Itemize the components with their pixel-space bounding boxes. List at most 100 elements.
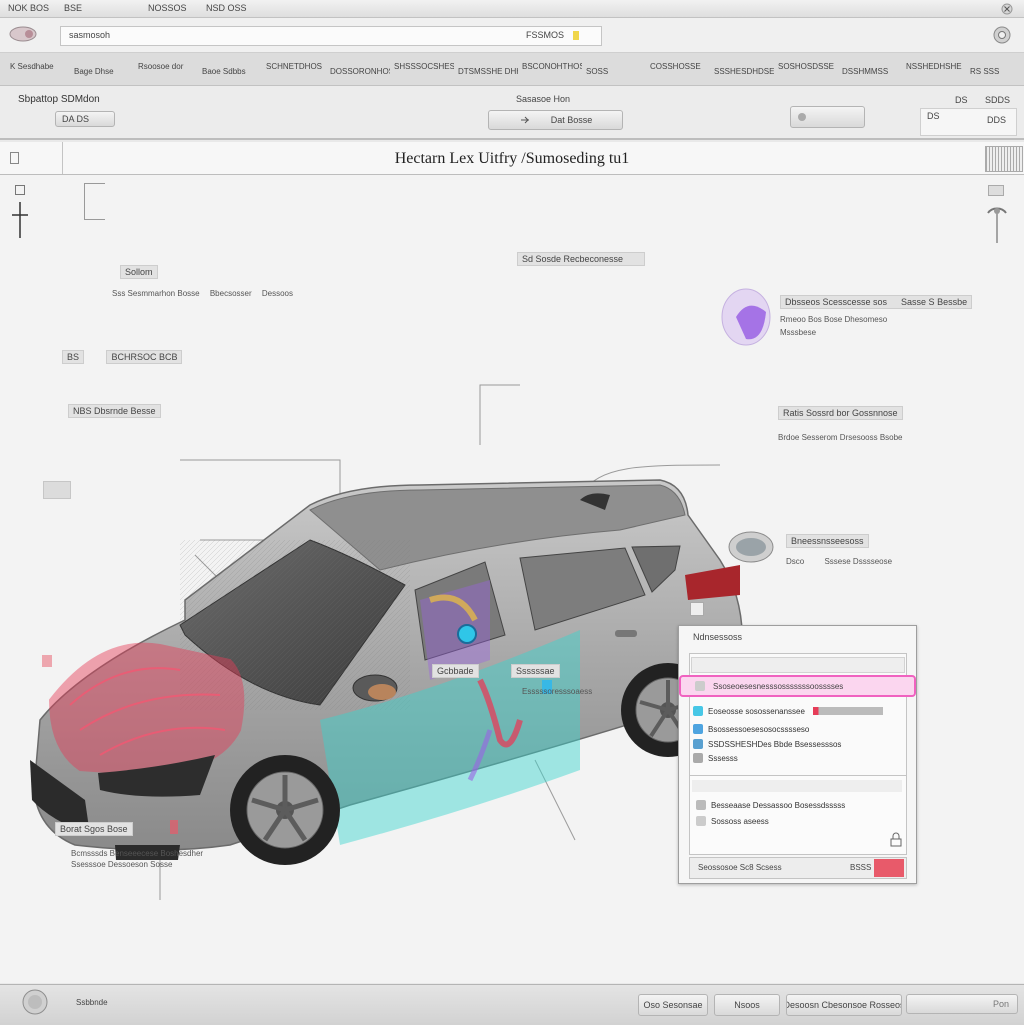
panel-sub-row-0-label: Besseaase Dessassoo Bosessdsssss (711, 800, 846, 810)
callout-8-tag2: Ssssssae (510, 664, 560, 678)
callout-8-sub: Esssssoresssoaess (522, 687, 593, 696)
record-button-icon[interactable] (22, 989, 48, 1015)
header-center-title: Sasasoe Hon (516, 94, 571, 104)
nav-item[interactable]: BSCONOHTHOS (522, 62, 582, 71)
panel-title: Ndnsessoss (693, 632, 743, 642)
callout-3[interactable]: NBS Dbsrnde Besse (68, 404, 161, 418)
header-left-title: Sbpattop SDMdon (18, 94, 100, 105)
nav-item[interactable]: SCHNETDHOS (266, 62, 326, 71)
bracket-marker (84, 183, 105, 220)
nav-item[interactable]: SOSHOSDSSE (778, 62, 838, 71)
nav-item[interactable]: COSSHOSSE (650, 62, 710, 71)
list-view-icon[interactable] (985, 146, 1023, 172)
window-controls[interactable] (990, 2, 1016, 15)
callout-9-text: Bcmsssds Benseeecese Boshesdher (71, 849, 204, 858)
nav-item[interactable]: DOSSORONHOSS (330, 67, 390, 76)
dropdown-icon (798, 113, 806, 121)
select-tool-icon[interactable] (15, 185, 25, 195)
module-badge-icon (728, 531, 774, 563)
pin-icon[interactable] (982, 201, 1012, 251)
nav-item[interactable]: Rsoosoe dor (138, 62, 198, 71)
nav-item[interactable]: SSSHESDHDSE (714, 67, 774, 76)
panel-row-2[interactable]: Bsossessoesesosocsssseso (693, 722, 901, 736)
callout-5[interactable]: Dbsseos Scesscesse sos Sasse S Bessbe Rme… (780, 295, 973, 337)
callout-6[interactable]: Ratis Sossrd bor Gossnnose Brdoe Sessero… (778, 406, 903, 442)
callout-2-tag: BCHRSOC BCB (106, 350, 183, 364)
callout-1-tag: Sollom (120, 265, 158, 279)
panel-sub-row-0[interactable]: Besseaase Dessassoo Bosessdsssss (696, 798, 904, 812)
document-icon (693, 753, 703, 763)
menu-item-1[interactable]: NOK BOS (8, 3, 49, 13)
panel-row-4-label: Sssesss (708, 753, 738, 763)
callout-1[interactable]: Sollom Sss Sesmmarhon Bosse Bbecsosser D… (112, 265, 293, 298)
panel-action-button[interactable] (874, 859, 904, 877)
menu-item-4[interactable]: NSD OSS (206, 3, 247, 13)
menu-item-2[interactable]: BSE (64, 3, 82, 13)
panel-row-3[interactable]: SSDSSHESHDes Bbde Bsessesssos (693, 737, 901, 751)
gear-icon[interactable] (992, 25, 1012, 45)
panel-sub-row-1-label: Sossoss aseess (711, 816, 769, 826)
zoom-indicator[interactable] (988, 185, 1004, 196)
panel-footer: Seossosoe Sc8 Scsess BSSS (689, 857, 907, 879)
footer-button-3-label: Desoosn Cbesonsoe Rosseos (786, 1000, 902, 1010)
car-diagram (30, 384, 744, 900)
callout-1-text: Sss Sesmmarhon Bosse (112, 289, 200, 298)
callout-1-link1[interactable]: Bbecsosser (210, 289, 252, 298)
footer-button-4-label: Pon (992, 999, 1009, 1009)
footer-button-1[interactable]: Oso Sesonsae (638, 994, 708, 1016)
nav-item[interactable]: Baoe Sdbbs (202, 67, 262, 76)
callout-5-sub: Rmeoo Bos Bose Dhesomeso (780, 315, 888, 324)
callout-8[interactable]: Gcbbade Ssssssae Esssssoresssoaess (432, 661, 592, 696)
header-left-field-label: DA DS (62, 114, 90, 124)
callout-7[interactable]: Bneessnsseesoss Dsco Sssese Dsssseose (786, 534, 892, 566)
nav-item[interactable]: SOSS (586, 67, 646, 76)
callout-7-sub: Dsco (786, 557, 805, 566)
header-right-field[interactable]: Rb (790, 106, 865, 128)
close-icon[interactable] (990, 3, 1016, 15)
panel-selected-row[interactable]: Ssoseoesesnesssosssssssoosssses (679, 675, 916, 697)
menu-bar: NOK BOS BSE NOSSOS NSD OSS (0, 0, 1024, 18)
sensor-bubble-icon (721, 288, 771, 346)
panel-row-4[interactable]: Sssesss (693, 751, 901, 765)
header-center-button[interactable]: Dat Bosse (488, 110, 623, 130)
callout-marker[interactable] (43, 481, 71, 499)
search-input[interactable]: sasmosoh FSSMOS (60, 26, 602, 46)
crosshair-icon[interactable] (10, 200, 30, 240)
app-logo-icon (9, 26, 37, 42)
nav-item[interactable]: K Sesdhabe (10, 62, 70, 71)
footer-button-4[interactable]: Pon (906, 994, 1018, 1014)
nav-item[interactable]: Bage Dhse (74, 67, 134, 76)
callout-9[interactable]: Borat Sgos Bose Bcmsssds Benseeecese Bos… (55, 822, 203, 869)
callout-1-link2[interactable]: Dessoos (262, 289, 293, 298)
callout-2[interactable]: BS BCHRSOC BCB (62, 347, 183, 365)
search-value: sasmosoh (69, 30, 111, 40)
lock-icon[interactable] (888, 832, 904, 848)
toolbar: sasmosoh FSSMOS (0, 18, 1024, 53)
callout-5-text: Dbsseos Scesscesse sos (785, 297, 888, 307)
nav-item[interactable]: DSSHMMSS (842, 67, 902, 76)
header-left-field[interactable]: DA DS (55, 111, 115, 127)
nav-item[interactable]: RS SSS (970, 67, 1024, 76)
callout-3-text: NBS Dbsrnde Besse (68, 404, 161, 418)
nav-item[interactable]: DTSMSSHE DHHS (458, 67, 518, 76)
callout-4[interactable]: Sd Sosde Recbeconesse (517, 252, 645, 266)
teal-square-icon (693, 706, 703, 716)
footer-button-3[interactable]: Desoosn Cbesonsoe Rosseos (786, 994, 902, 1016)
panel-footer-value: BSSS (850, 863, 872, 872)
footer-bar: Ssbbnde Oso Sesonsae Nsoos Desoosn Cbeso… (0, 984, 1024, 1025)
callout-9-tag: Borat Sgos Bose (55, 822, 133, 836)
panel-sub-row-1[interactable]: Sossoss aseess (696, 814, 904, 828)
panel-sub-search[interactable] (692, 780, 902, 792)
panel-row-1[interactable]: Eoseosse sosossenanssee (693, 704, 901, 718)
row-icon (696, 800, 706, 810)
footer-left-label: Ssbbnde (76, 998, 108, 1007)
header-right-box[interactable]: DS DDS (920, 108, 1017, 136)
footer-button-2[interactable]: Nsoos (714, 994, 780, 1016)
menu-item-3[interactable]: NOSSOS (148, 3, 187, 13)
callout-2-prefix: BS (62, 350, 85, 364)
nav-item[interactable]: SHSSSOCSHES (394, 62, 454, 71)
nav-item[interactable]: NSSHEDHSHE (906, 62, 966, 71)
panel-search-input[interactable] (691, 657, 905, 673)
callout-7-text: Bneessnsseesoss (786, 534, 869, 548)
panel-row-3-label: SSDSSHESHDes Bbde Bsessesssos (708, 739, 842, 749)
